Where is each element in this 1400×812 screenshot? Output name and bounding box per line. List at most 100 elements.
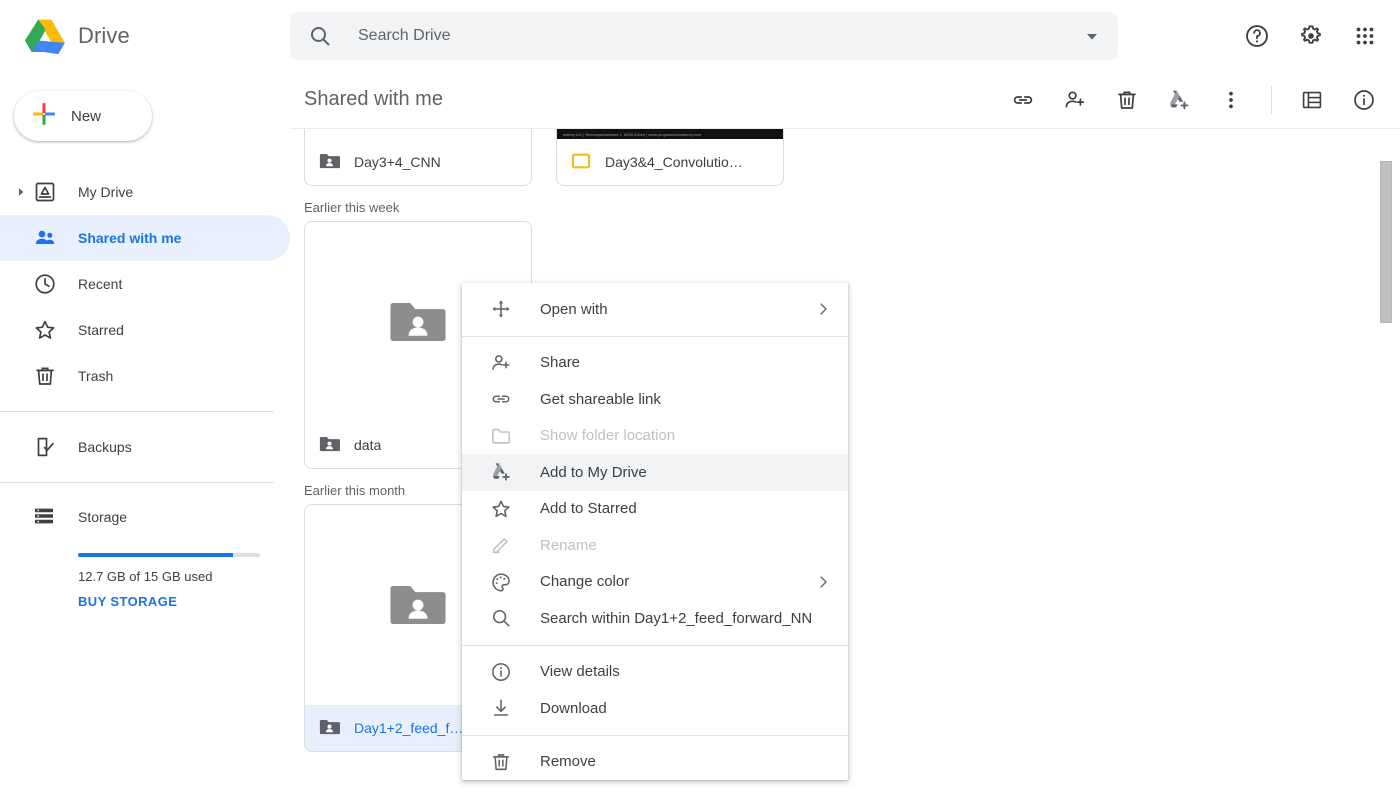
sidebar-item-recent[interactable]: Recent xyxy=(0,261,290,307)
sidebar-item-label: Starred xyxy=(78,322,124,338)
add-person-icon[interactable] xyxy=(1063,88,1087,112)
menu-add-to-my-drive[interactable]: Add to My Drive xyxy=(462,454,848,491)
search-icon xyxy=(490,607,512,629)
google-slides-icon xyxy=(571,152,591,173)
top-bar: Drive xyxy=(0,0,1400,71)
slide-photo-thumbnail: ademy AG | Technoparkstrasse 1, 8005 Zür… xyxy=(557,129,783,139)
menu-item-label: Share xyxy=(540,354,581,372)
menu-share[interactable]: Share xyxy=(462,345,848,382)
menu-item-label: Get shareable link xyxy=(540,390,661,408)
sidebar-nav-list: My Drive Shared with me Recent Starred T… xyxy=(0,169,290,399)
toolbar-separator xyxy=(1271,85,1272,114)
sidebar-divider-1 xyxy=(0,411,274,412)
search-icon xyxy=(308,24,332,48)
storage-used-text: 12.7 GB of 15 GB used xyxy=(78,569,213,584)
download-icon xyxy=(490,697,512,719)
svg-text:ademy AG | Technoparkstrasse 1: ademy AG | Technoparkstrasse 1, 8005 Zür… xyxy=(563,132,702,137)
card-footer: Day3&4_Convolutio… xyxy=(557,139,783,185)
help-icon[interactable] xyxy=(1244,23,1270,49)
vertical-scrollbar[interactable] xyxy=(1380,153,1392,773)
page-title: Shared with me xyxy=(304,88,443,110)
menu-item-label: View details xyxy=(540,663,620,681)
new-button[interactable]: New xyxy=(14,91,152,141)
google-drive-app: Drive Search Drive New My Drive Shared w… xyxy=(0,0,1400,812)
card-file-name: Day3&4_Convolutio… xyxy=(605,154,743,170)
add-to-drive-icon xyxy=(490,461,512,483)
sidebar-item-label: Recent xyxy=(78,276,123,292)
more-vertical-icon[interactable] xyxy=(1219,88,1243,112)
menu-view-details[interactable]: View details xyxy=(462,654,848,691)
menu-add-to-starred[interactable]: Add to Starred xyxy=(462,491,848,528)
add-person-icon xyxy=(490,352,512,374)
menu-item-label: Show folder location xyxy=(540,427,676,445)
file-card[interactable]: ademy AG | Technoparkstrasse 1, 8005 Zür… xyxy=(556,129,784,186)
card-thumbnail: ademy AG | Technoparkstrasse 1, 8005 Zür… xyxy=(557,129,783,139)
people-icon xyxy=(32,225,58,251)
sidebar-item-trash[interactable]: Trash xyxy=(0,353,290,399)
scrollbar-thumb[interactable] xyxy=(1380,161,1392,323)
search-input[interactable] xyxy=(332,26,1080,45)
brand-area[interactable]: Drive xyxy=(0,17,290,55)
menu-open-with[interactable]: Open with xyxy=(462,291,848,328)
menu-rename: Rename xyxy=(462,527,848,564)
shared-folder-icon xyxy=(390,303,446,341)
sidebar-item-label: My Drive xyxy=(78,184,134,200)
trash-icon[interactable] xyxy=(1115,88,1139,112)
menu-item-label: Remove xyxy=(540,753,596,771)
info-icon xyxy=(490,661,512,683)
sidebar-item-label: Backups xyxy=(78,439,132,455)
list-view-icon[interactable] xyxy=(1300,88,1324,112)
storage-progress-bar xyxy=(78,553,260,557)
menu-download[interactable]: Download xyxy=(462,690,848,727)
google-drive-logo-icon xyxy=(24,17,66,55)
menu-item-label: Add to Starred xyxy=(540,500,637,518)
star-icon xyxy=(32,317,58,343)
menu-item-label: Search within Day1+2_feed_forward_NN xyxy=(540,609,813,627)
move-arrows-icon xyxy=(490,298,512,320)
storage-progress-fill xyxy=(78,553,233,557)
search-options-chevron-down-icon[interactable] xyxy=(1080,24,1104,48)
content-header: Shared with me xyxy=(290,71,1400,129)
settings-gear-icon[interactable] xyxy=(1298,23,1324,49)
sidebar-item-backups[interactable]: Backups xyxy=(0,424,290,470)
trash-icon xyxy=(32,363,58,389)
menu-remove[interactable]: Remove xyxy=(462,744,848,781)
sidebar-item-label: Shared with me xyxy=(78,230,182,246)
shared-folder-icon xyxy=(319,152,340,173)
add-to-drive-icon[interactable] xyxy=(1167,88,1191,112)
menu-separator xyxy=(462,644,848,646)
sidebar-item-starred[interactable]: Starred xyxy=(0,307,290,353)
menu-separator xyxy=(462,335,848,337)
palette-icon xyxy=(490,571,512,593)
card-file-name: data xyxy=(354,437,382,453)
details-info-icon[interactable] xyxy=(1352,88,1376,112)
menu-search-within[interactable]: Search within Day1+2_feed_forward_NN xyxy=(462,600,848,637)
menu-change-color[interactable]: Change color xyxy=(462,564,848,601)
sidebar-item-shared-with-me[interactable]: Shared with me xyxy=(0,215,290,261)
backups-icon xyxy=(32,434,58,460)
buy-storage-link[interactable]: BUY STORAGE xyxy=(78,594,272,609)
menu-show-folder-location: Show folder location xyxy=(462,418,848,455)
card-file-name: Day1+2_feed_f… xyxy=(354,720,464,736)
my-drive-icon xyxy=(32,179,58,205)
get-link-icon[interactable] xyxy=(1011,88,1035,112)
menu-item-label: Change color xyxy=(540,573,630,591)
clock-icon xyxy=(32,271,58,297)
top-bar-icons xyxy=(1118,23,1400,49)
menu-item-label: Add to My Drive xyxy=(540,463,647,481)
menu-get-shareable-link[interactable]: Get shareable link xyxy=(462,381,848,418)
plus-icon xyxy=(31,101,57,131)
expand-triangle-icon[interactable] xyxy=(10,187,32,197)
sidebar-item-my-drive[interactable]: My Drive xyxy=(0,169,290,215)
shared-folder-icon xyxy=(319,435,340,456)
file-card[interactable]: Day3+4_CNN xyxy=(304,129,532,186)
storage-row[interactable]: Storage xyxy=(32,495,272,539)
shared-folder-icon xyxy=(319,718,340,739)
card-thumbnail xyxy=(305,129,531,139)
search-bar[interactable] xyxy=(290,11,1118,60)
storage-icon xyxy=(32,504,58,530)
menu-item-label: Download xyxy=(540,699,607,717)
google-apps-grid-icon[interactable] xyxy=(1352,23,1378,49)
card-file-name: Day3+4_CNN xyxy=(354,154,441,170)
new-button-label: New xyxy=(71,107,102,125)
